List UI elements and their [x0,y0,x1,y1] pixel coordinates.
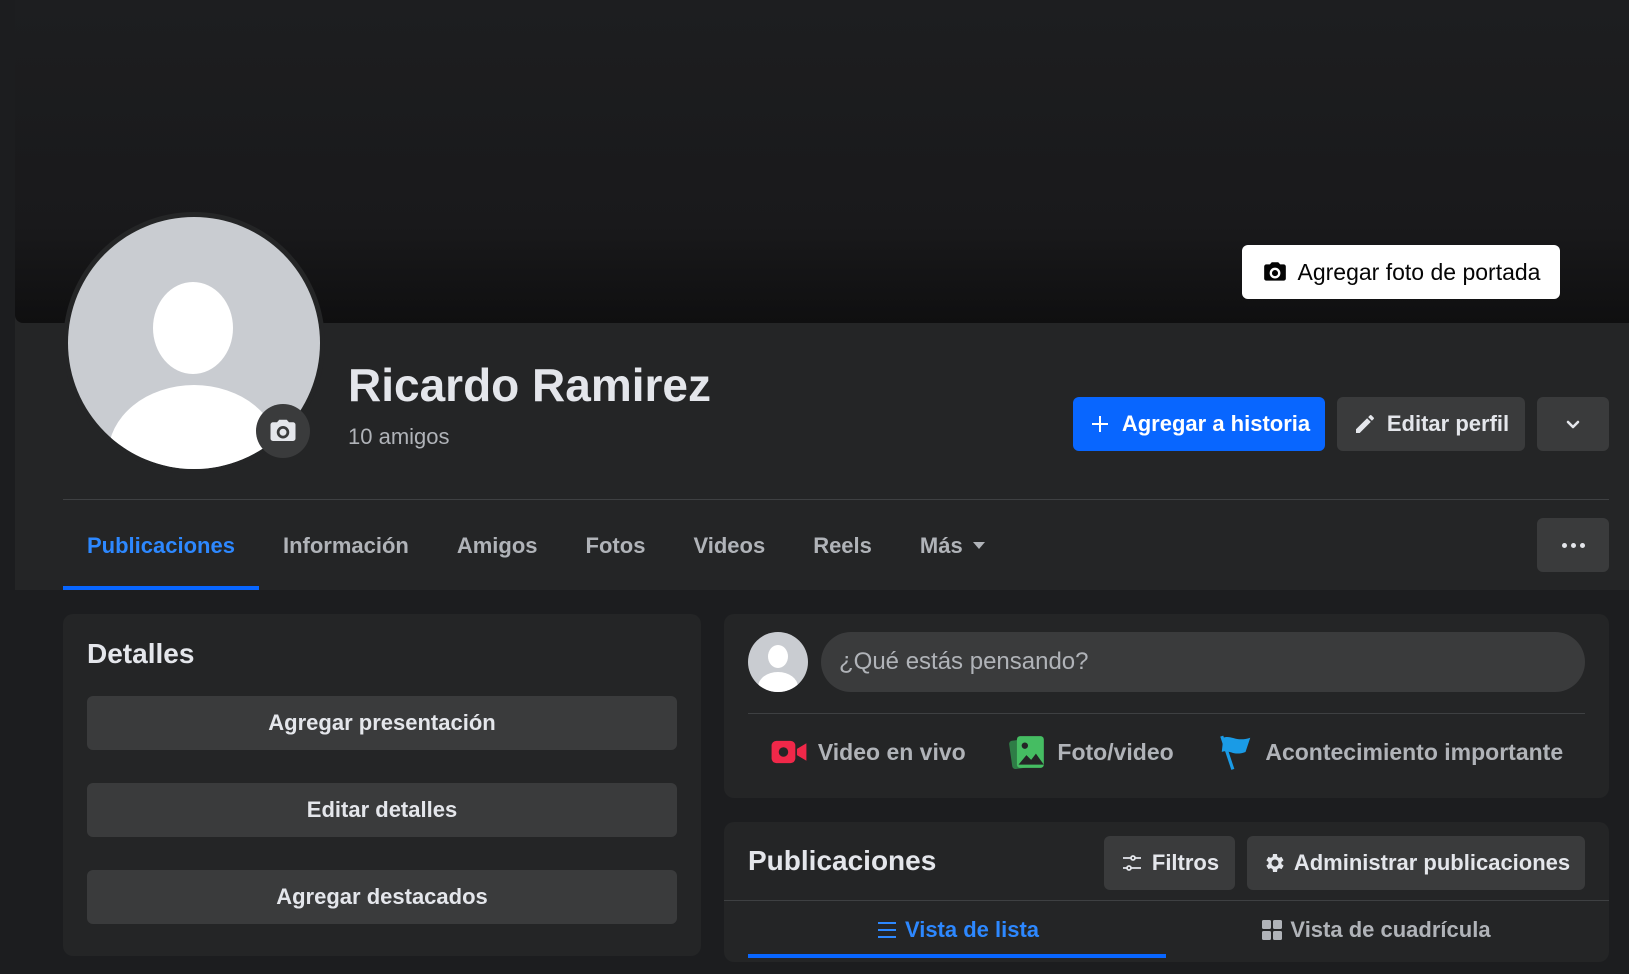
photo-video-button[interactable]: Foto/video [997,725,1185,779]
posts-title: Publicaciones [748,845,937,876]
composer-card: ¿Qué estás pensando? Video en vivo Foto/… [724,614,1609,798]
chevron-down-icon [1566,420,1580,429]
composer-divider [748,713,1585,714]
edit-details-button[interactable]: Editar detalles [87,783,677,837]
more-options-button[interactable] [1537,518,1609,572]
tab-fotos[interactable]: Fotos [562,501,670,590]
tab-label: Más [919,532,963,558]
tab-label: Información [282,532,409,558]
avatar-head [768,645,788,668]
tab-label: Videos [693,532,766,558]
tab-publicaciones[interactable]: Publicaciones [63,501,259,590]
details-card: Detalles Agregar presentación Editar det… [63,614,701,956]
composer-input[interactable]: ¿Qué estás pensando? [821,632,1585,692]
tab-grid-view[interactable]: Vista de cuadrícula [1166,902,1585,958]
tab-informacion[interactable]: Información [259,501,433,590]
photo-icon [1009,736,1045,770]
pencil-icon [1355,415,1374,433]
tab-label: Reels [813,532,872,558]
composer-actions: Video en vivo Foto/video Acontecimiento … [748,722,1585,782]
more-icon-dot [1561,542,1567,548]
profile-page: Agregar foto de portada Ricardo Ramirez … [0,0,1629,974]
camera-icon [1263,262,1286,281]
photo-video-label: Foto/video [1057,738,1174,765]
profile-tabs: Publicaciones Información Amigos Fotos V… [63,501,1009,590]
tab-label: Publicaciones [87,532,235,558]
list-view-label: Vista de lista [904,917,1040,942]
tab-list-view[interactable]: Vista de lista [748,902,1166,958]
live-video-label: Video en vivo [817,738,966,765]
edit-profile-label: Editar perfil [1386,411,1510,436]
tab-amigos[interactable]: Amigos [433,501,562,590]
add-bio-button[interactable]: Agregar presentación [87,696,677,750]
edit-profile-button[interactable]: Editar perfil [1337,397,1525,451]
caret-down-icon [972,542,985,549]
posts-card: Publicaciones Filtros Administrar public… [724,822,1609,962]
more-icon-dot [1579,542,1585,548]
manage-posts-button[interactable]: Administrar publicaciones [1247,836,1585,890]
add-to-story-button[interactable]: Agregar a historia [1073,397,1325,451]
header-divider [63,499,1609,500]
plus-icon [1091,416,1108,432]
add-cover-photo-button[interactable]: Agregar foto de portada [1242,245,1560,299]
flag-icon [1220,735,1251,770]
details-title: Detalles [87,638,195,669]
tab-label: Amigos [456,532,538,558]
life-event-label: Acontecimiento importante [1265,738,1564,765]
manage-posts-label: Administrar publicaciones [1293,850,1571,875]
avatar-body [108,385,280,469]
friends-count[interactable]: 10 amigos [348,424,450,450]
posts-divider [724,900,1609,901]
update-avatar-button[interactable] [256,404,310,458]
add-cover-photo-label: Agregar foto de portada [1297,258,1541,285]
left-strip [0,0,15,590]
grid-icon [1262,920,1283,940]
tab-videos[interactable]: Videos [669,501,789,590]
filters-button[interactable]: Filtros [1104,836,1235,890]
profile-name: Ricardo Ramirez [348,359,712,411]
avatar-body [758,672,798,692]
tab-reels[interactable]: Reels [789,501,896,590]
grid-view-label: Vista de cuadrícula [1290,917,1491,942]
live-video-icon [771,740,807,764]
avatar-head [153,282,233,374]
profile-options-button[interactable] [1537,397,1609,451]
live-video-button[interactable]: Video en vivo [758,725,978,779]
add-featured-button[interactable]: Agregar destacados [87,870,677,924]
tab-label: Fotos [585,532,646,558]
more-icon-dot [1570,542,1576,548]
filter-icon [1122,855,1141,871]
camera-icon [270,419,296,441]
gear-icon [1266,854,1284,872]
tab-mas[interactable]: Más [896,501,1009,590]
composer-avatar[interactable] [748,632,808,692]
list-icon [877,922,896,938]
filters-label: Filtros [1151,850,1220,875]
life-event-button[interactable]: Acontecimiento importante [1205,725,1575,779]
add-to-story-label: Agregar a historia [1121,411,1311,436]
